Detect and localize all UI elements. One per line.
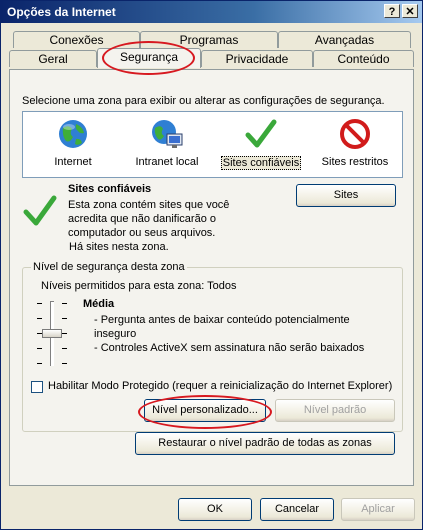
globe-icon	[59, 120, 87, 148]
zone-description-line: acredita que não danificarão o	[68, 213, 216, 225]
zone-title: Sites confiáveis	[68, 183, 152, 195]
slider-tick	[62, 348, 67, 349]
restricted-icon	[340, 119, 370, 149]
level-description: inseguro	[94, 328, 137, 340]
zone-list[interactable]: Internet Intranet local Sites confiáveis	[22, 111, 403, 178]
zone-description-line: Esta zona contém sites que você	[68, 199, 230, 211]
slider-tick	[62, 333, 67, 334]
level-name: Média	[83, 298, 115, 310]
slider-tick	[37, 348, 42, 349]
title-bar[interactable]: Opções da Internet ? ✕	[1, 1, 422, 23]
allowed-levels-text: Níveis permitidos para esta zona: Todos	[41, 280, 237, 292]
zone-label: Internet	[54, 156, 92, 168]
zone-internet[interactable]: Internet	[25, 116, 121, 174]
default-level-button[interactable]: Nível padrão	[275, 399, 395, 422]
slider-tick	[62, 318, 67, 319]
slider-tick	[37, 363, 42, 364]
tab-avancadas[interactable]: Avançadas	[278, 31, 411, 48]
annotation-ellipse-tab	[102, 41, 195, 75]
slider-tick	[37, 303, 42, 304]
cancel-button[interactable]: Cancelar	[260, 498, 334, 521]
security-level-group-label: Nível de segurança desta zona	[31, 261, 187, 273]
slider-thumb[interactable]	[42, 329, 62, 338]
sites-button[interactable]: Sites	[296, 184, 396, 207]
protected-mode-checkbox[interactable]	[31, 381, 43, 393]
zone-description-line: computador ou seus arquivos.	[68, 227, 216, 239]
checkmark-icon	[245, 119, 277, 148]
zone-label: Sites restritos	[321, 156, 389, 168]
ok-button[interactable]: OK	[178, 498, 252, 521]
intranet-icon	[152, 120, 183, 148]
level-description: - Controles ActiveX sem assinatura não s…	[94, 342, 365, 354]
tab-conteudo[interactable]: Conteúdo	[313, 50, 414, 67]
zone-sites-status: Há sites nesta zona.	[69, 241, 169, 253]
window-title: Opções da Internet	[7, 5, 116, 19]
slider-tick	[62, 363, 67, 364]
zone-sites-confiaveis[interactable]: Sites confiáveis	[213, 116, 309, 174]
zone-label: Sites confiáveis	[221, 156, 301, 170]
zone-label: Intranet local	[135, 156, 199, 168]
zone-instruction: Selecione uma zona para exibir ou altera…	[22, 95, 385, 107]
apply-button[interactable]: Aplicar	[341, 498, 415, 521]
slider-tick	[37, 318, 42, 319]
zone-sites-restritos[interactable]: Sites restritos	[307, 116, 403, 174]
level-description: - Pergunta antes de baixar conteúdo pote…	[94, 314, 350, 326]
tab-privacidade[interactable]: Privacidade	[201, 50, 313, 67]
close-button[interactable]: ✕	[402, 4, 418, 18]
tab-geral[interactable]: Geral	[9, 50, 97, 67]
protected-mode-label: Habilitar Modo Protegido (requer a reini…	[48, 380, 393, 392]
restore-all-zones-button[interactable]: Restaurar o nível padrão de todas as zon…	[135, 432, 395, 455]
annotation-ellipse-button	[138, 395, 272, 429]
security-level-slider[interactable]	[37, 297, 71, 369]
zone-intranet-local[interactable]: Intranet local	[119, 116, 215, 174]
slider-tick	[62, 303, 67, 304]
help-button[interactable]: ?	[384, 4, 400, 18]
internet-options-window: Opções da Internet ? ✕ Conexões Programa…	[0, 0, 423, 530]
checkmark-icon	[23, 195, 57, 226]
